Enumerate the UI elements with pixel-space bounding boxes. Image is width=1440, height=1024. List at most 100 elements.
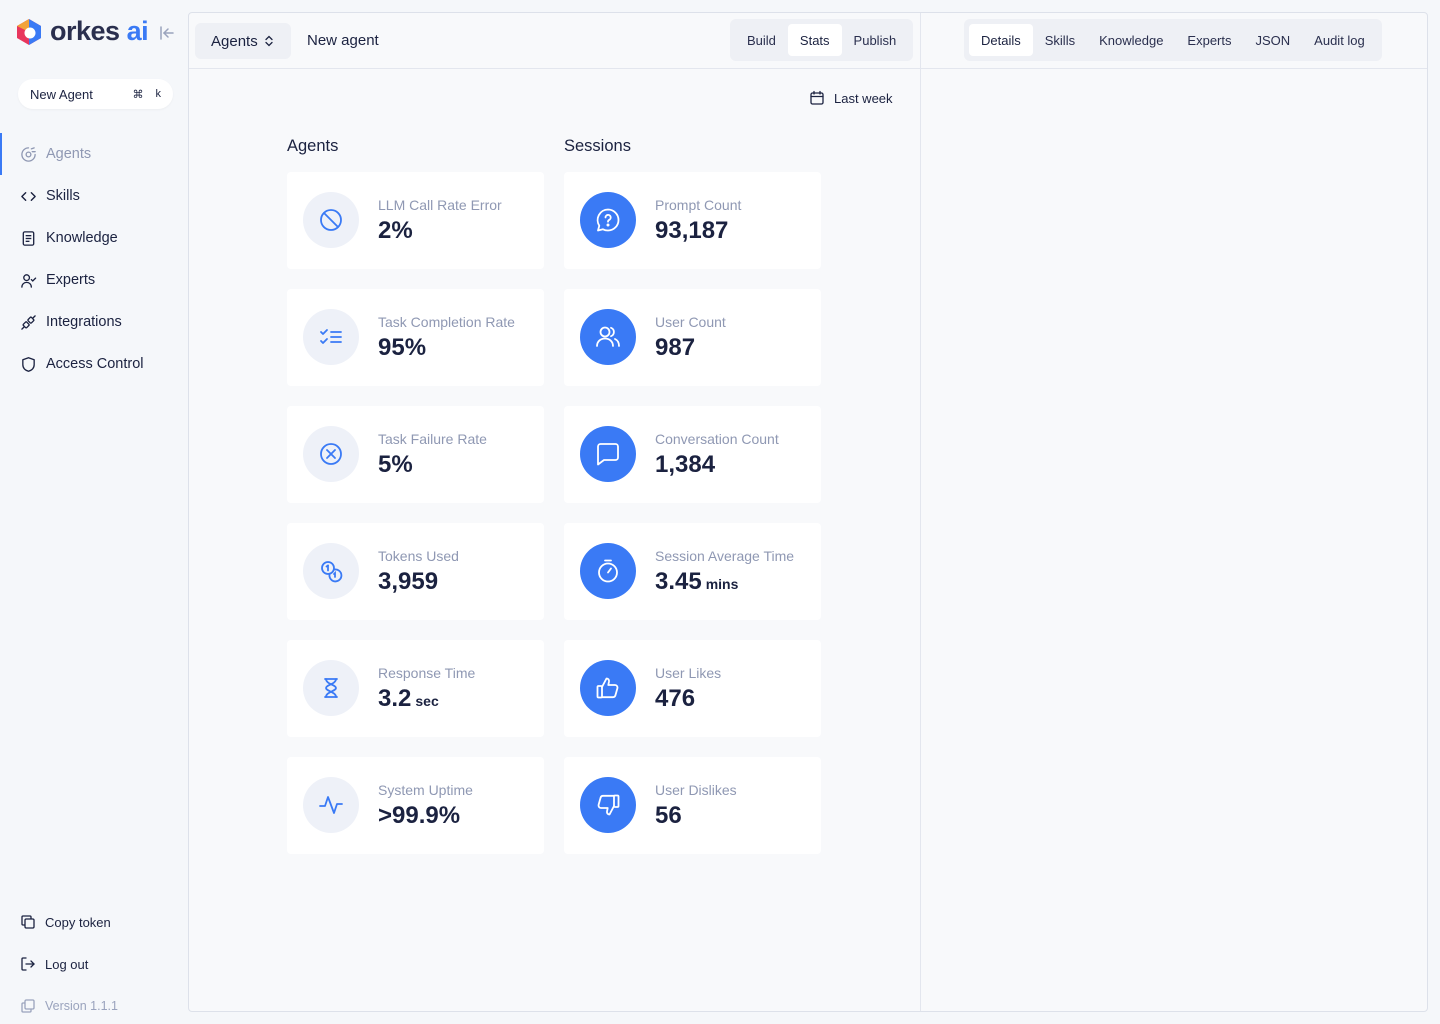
sidebar-item-access-control[interactable]: Access Control [0,343,188,385]
tab-stats[interactable]: Stats [787,24,842,56]
view-tabs: Build Stats Publish [730,19,914,61]
panel-tabs: Details Skills Knowledge Experts JSON Au… [964,19,1382,61]
stat-label: Tokens Used [378,548,459,564]
collapse-sidebar-icon[interactable] [158,24,176,42]
stat-label: Conversation Count [655,431,779,447]
version-icon [21,999,35,1013]
shortcut-hint: ⌘ k [132,87,162,101]
sidebar-item-label: Agents [46,146,92,162]
agents-selector[interactable]: Agents [195,23,291,59]
activity-icon [319,796,343,814]
thumbs-down-icon-wrap [580,777,636,833]
thumbs-up-icon-wrap [580,660,636,716]
tab-json[interactable]: JSON [1244,24,1303,56]
stat-card-llm-call-rate-error: LLM Call Rate Error 2% [287,172,544,269]
date-range-picker[interactable]: Last week [809,90,893,106]
stat-card-user-count: User Count 987 [564,289,821,386]
ban-icon-wrap [303,192,359,248]
log-out-button[interactable]: Log out [20,956,88,972]
stat-card-user-likes: User Likes 476 [564,640,821,737]
main-frame: Agents New agent Build Stats Publish Det… [188,12,1428,1012]
page-title: New agent [307,32,379,49]
coins-icon-wrap [303,543,359,599]
sidebar-item-label: Skills [46,188,80,204]
plug-icon [21,314,36,330]
stat-card-task-failure-rate: Task Failure Rate 5% [287,406,544,503]
coins-icon [321,561,343,583]
tab-audit-log[interactable]: Audit log [1302,24,1377,56]
stat-card-user-dislikes: User Dislikes 56 [564,757,821,854]
stat-label: User Count [655,314,726,330]
message-square-icon [597,443,619,466]
date-range-label: Last week [834,90,893,106]
hourglass-icon [324,678,338,698]
version-info: Version 1.1.1 [20,998,118,1014]
copy-token-label: Copy token [45,914,111,930]
panel-divider [920,13,921,1011]
stat-value: 3.45 mins [655,568,739,595]
stat-value: 56 [655,802,682,829]
tab-skills[interactable]: Skills [1033,24,1087,56]
timer-icon-wrap [580,543,636,599]
stat-value: 3.2 sec [378,685,439,712]
sidebar-item-skills[interactable]: Skills [0,175,188,217]
sidebar-item-integrations[interactable]: Integrations [0,301,188,343]
hourglass-icon-wrap [303,660,359,716]
stat-card-prompt-count: Prompt Count 93,187 [564,172,821,269]
stat-label: Session Average Time [655,548,795,564]
message-question-icon [596,208,620,232]
code-icon [21,191,36,201]
sidebar-item-label: Access Control [46,356,144,372]
tab-experts[interactable]: Experts [1175,24,1243,56]
checklist-icon [320,329,342,344]
stat-label: Task Failure Rate [378,431,487,447]
checklist-icon-wrap [303,309,359,365]
agents-selector-label: Agents [211,32,258,50]
timer-icon [598,559,618,583]
stat-value: 987 [655,334,696,361]
copy-icon [21,915,35,929]
new-agent-label: New Agent [30,86,93,102]
shield-icon [22,356,35,372]
sidebar-item-label: Experts [46,272,96,288]
stat-card-session-average-time: Session Average Time 3.45 mins [564,523,821,620]
version-label: Version 1.1.1 [45,999,118,1013]
stat-card-tokens-used: Tokens Used 3,959 [287,523,544,620]
sidebar-item-knowledge[interactable]: Knowledge [0,217,188,259]
log-out-label: Log out [45,956,89,972]
tab-details[interactable]: Details [969,24,1033,56]
thumbs-down-icon [597,794,620,816]
brand-logo[interactable]: orkes ai [14,16,149,47]
brand-name: orkes ai [50,16,149,46]
message-square-icon-wrap [580,426,636,482]
sidebar-item-experts[interactable]: Experts [0,259,188,301]
stat-card-task-completion-rate: Task Completion Rate 95% [287,289,544,386]
tab-publish[interactable]: Publish [842,24,909,56]
stat-value: 5% [378,451,413,478]
log-out-icon [21,957,35,971]
stat-card-response-time: Response Time 3.2 sec [287,640,544,737]
tab-build[interactable]: Build [735,24,788,56]
stat-value: 476 [655,685,696,712]
sidebar-item-label: Integrations [46,314,122,330]
x-circle-icon [320,443,342,465]
sidebar: orkes ai New Agent ⌘ k Agents Skills Know… [0,0,188,1024]
stat-label: Response Time [378,665,476,681]
chevron-up-down-icon [265,35,273,47]
calendar-icon [810,90,824,105]
new-agent-button[interactable]: New Agent ⌘ k [18,79,173,109]
user-check-icon [21,273,37,288]
tab-knowledge[interactable]: Knowledge [1087,24,1175,56]
message-question-icon-wrap [580,192,636,248]
thumbs-up-icon [596,677,619,699]
sidebar-item-agents[interactable]: Agents [0,133,188,175]
stat-label: Task Completion Rate [378,314,515,330]
users-icon-wrap [580,309,636,365]
stat-value: 95% [378,334,427,361]
stat-label: Prompt Count [655,197,742,213]
x-circle-icon-wrap [303,426,359,482]
users-icon [596,326,620,347]
stat-value: 3,959 [378,568,439,595]
copy-token-button[interactable]: Copy token [20,914,111,930]
stat-value: >99.9% [378,802,461,829]
